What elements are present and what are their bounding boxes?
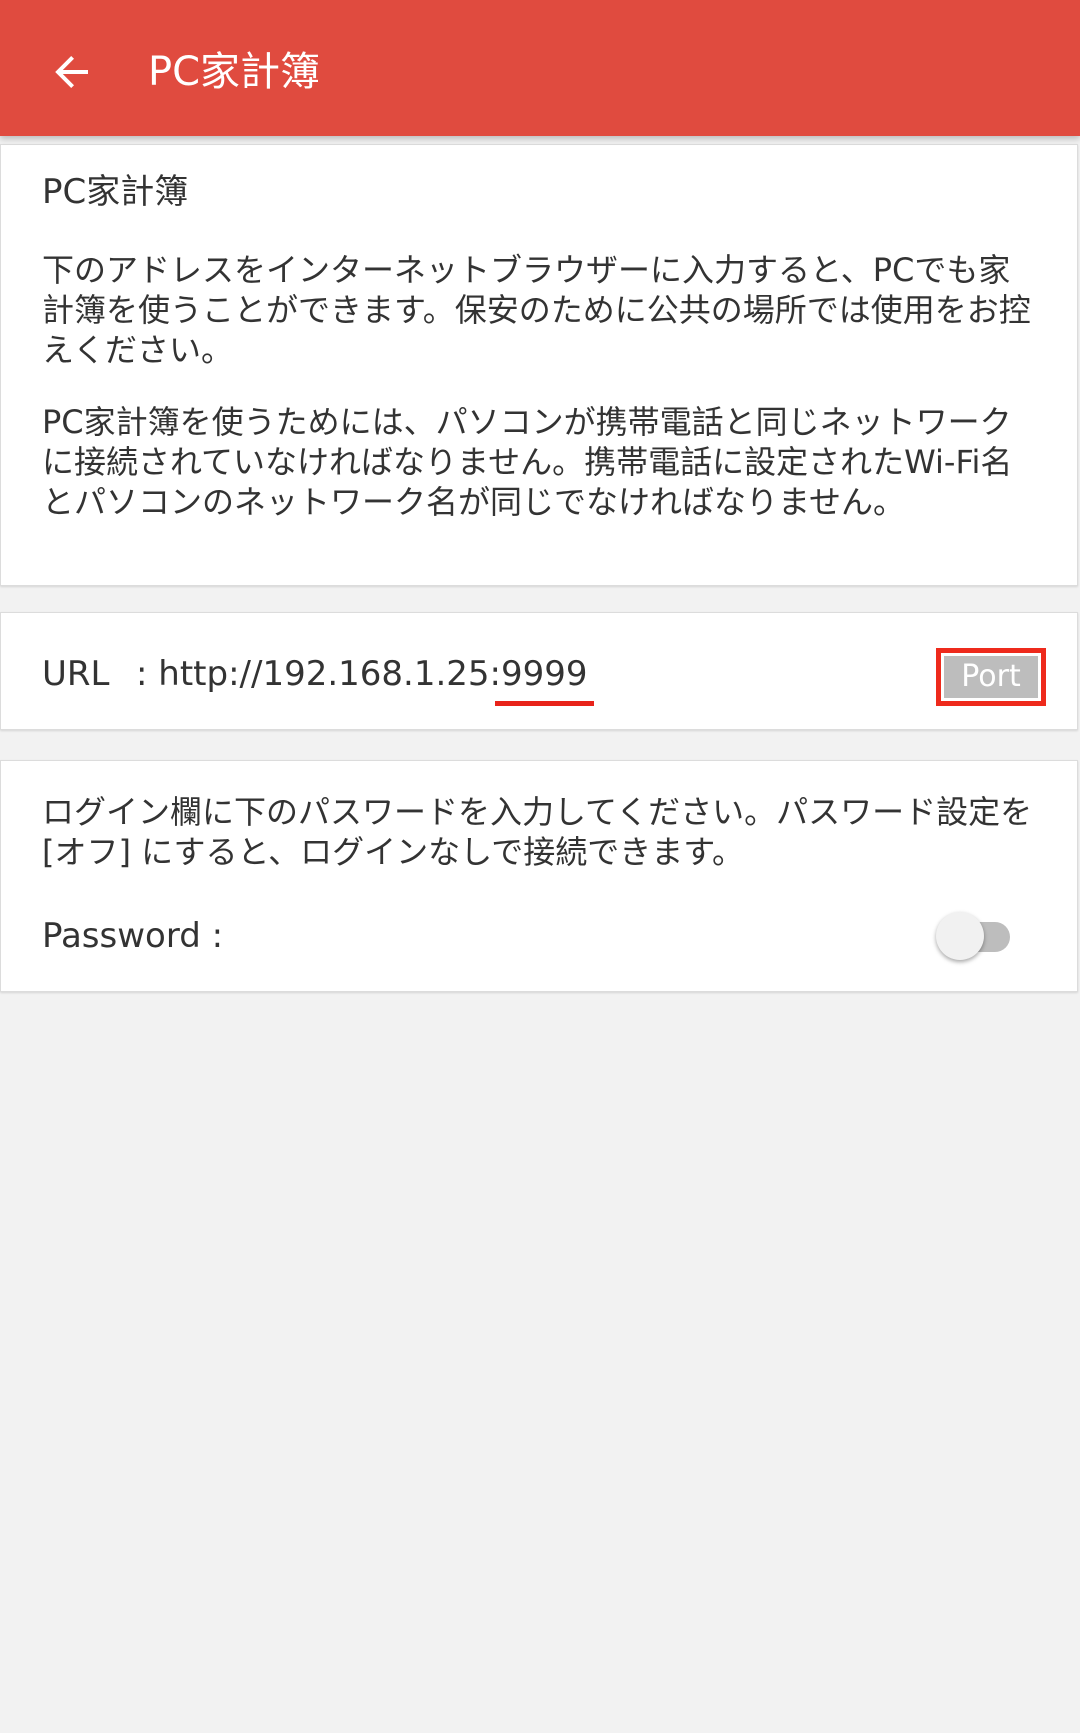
info-title: PC家計簿 (42, 172, 189, 212)
port-button[interactable]: Port (944, 656, 1038, 698)
info-paragraph-1: 下のアドレスをインターネットブラウザーに入力すると、PCでも家計簿を使うことがで… (42, 251, 1031, 369)
toggle-thumb (936, 912, 984, 960)
url-label: URL (42, 654, 110, 694)
url-address: http://192.168.1.25: (158, 654, 502, 694)
port-number-text: 9999 (501, 654, 588, 694)
password-description: ログイン欄に下のパスワードを入力してください。パスワード設定を [オフ] にする… (42, 793, 1033, 871)
back-button[interactable] (36, 36, 108, 108)
url-separator: : (136, 654, 148, 694)
port-number: 9999 (495, 650, 594, 706)
app-title: PC家計簿 (148, 49, 321, 95)
port-underline (495, 701, 594, 706)
password-toggle[interactable] (936, 910, 1016, 962)
password-label: Password : (42, 916, 224, 956)
info-paragraph-2: PC家計簿を使うためには、パソコンが携帯電話と同じネットワークに接続されていなけ… (42, 403, 1013, 521)
url-row: URL: http://192.168.1.25:9999 (42, 650, 594, 706)
app-bar: PC家計簿 (0, 0, 1080, 136)
arrow-left-icon (55, 56, 88, 88)
